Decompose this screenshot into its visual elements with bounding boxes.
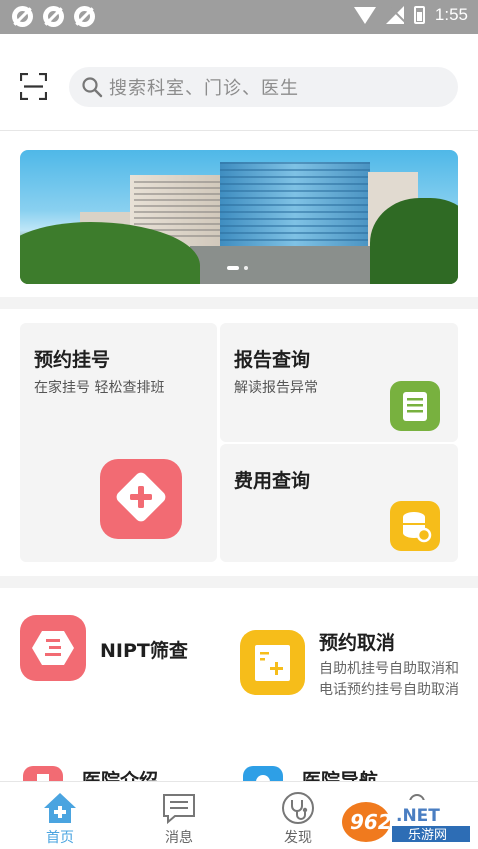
header-divider (0, 130, 478, 131)
banner-carousel[interactable] (20, 150, 458, 284)
notification-icon (12, 6, 33, 27)
notification-icon (43, 6, 64, 27)
appointment-plus-icon (100, 459, 182, 539)
nipt-title: NIPT筛查 (100, 640, 188, 662)
tab-messages-label: 消息 (165, 830, 193, 846)
search-input[interactable]: 搜索科室、门诊、医生 (69, 67, 458, 107)
battery-icon (413, 6, 425, 24)
tab-home[interactable]: 首页 (0, 782, 120, 849)
carousel-dot (244, 266, 248, 270)
fee-title: 费用查询 (234, 470, 311, 492)
svg-text:乐游网: 乐游网 (408, 828, 447, 843)
notification-icon (74, 6, 95, 27)
stethoscope-icon (282, 792, 314, 824)
section-divider (0, 297, 478, 309)
status-bar: 1:55 (0, 0, 478, 34)
report-icon (390, 381, 440, 431)
nipt-icon (20, 615, 86, 681)
cancel-appointment-icon (240, 630, 305, 695)
system-icons: 1:55 (353, 5, 468, 25)
wifi-icon (353, 6, 376, 24)
home-icon (44, 793, 76, 823)
svg-text:.NET: .NET (396, 806, 440, 826)
carousel-dot-active (227, 266, 239, 270)
notification-icons (12, 6, 95, 27)
tab-messages[interactable]: 消息 (119, 782, 239, 849)
report-query-card[interactable]: 报告查询 解读报告异常 (220, 323, 458, 442)
section-divider (0, 576, 478, 588)
report-title: 报告查询 (234, 349, 311, 371)
watermark-logo: 962 .NET 乐游网 (340, 798, 474, 846)
appointment-subtitle: 在家挂号 轻松查排班 (34, 380, 165, 396)
banner-image (370, 198, 458, 284)
search-placeholder: 搜索科室、门诊、医生 (109, 78, 299, 99)
status-time: 1:55 (434, 5, 468, 24)
hospital-nav-title: 医院导航 (302, 770, 379, 781)
hospital-intro-title: 医院介绍 (82, 770, 159, 781)
message-icon (163, 794, 195, 825)
scan-icon[interactable] (20, 73, 47, 100)
tab-home-label: 首页 (46, 830, 74, 846)
fee-icon (390, 501, 440, 551)
svg-text:962: 962 (350, 810, 392, 834)
appointment-title: 预约挂号 (34, 349, 111, 371)
signal-icon (385, 6, 404, 24)
banner-image (220, 162, 370, 247)
report-subtitle: 解读报告异常 (234, 380, 318, 396)
cancel-description: 自助机挂号自助取消和电话预约挂号自助取消 (319, 661, 459, 698)
banner-image (190, 246, 390, 284)
appointment-card[interactable]: 预约挂号 在家挂号 轻松查排班 (20, 323, 217, 562)
fee-query-card[interactable]: 费用查询 (220, 444, 458, 562)
search-icon (82, 77, 103, 98)
cancel-title: 预约取消 (319, 632, 396, 654)
carousel-indicator (227, 266, 248, 270)
